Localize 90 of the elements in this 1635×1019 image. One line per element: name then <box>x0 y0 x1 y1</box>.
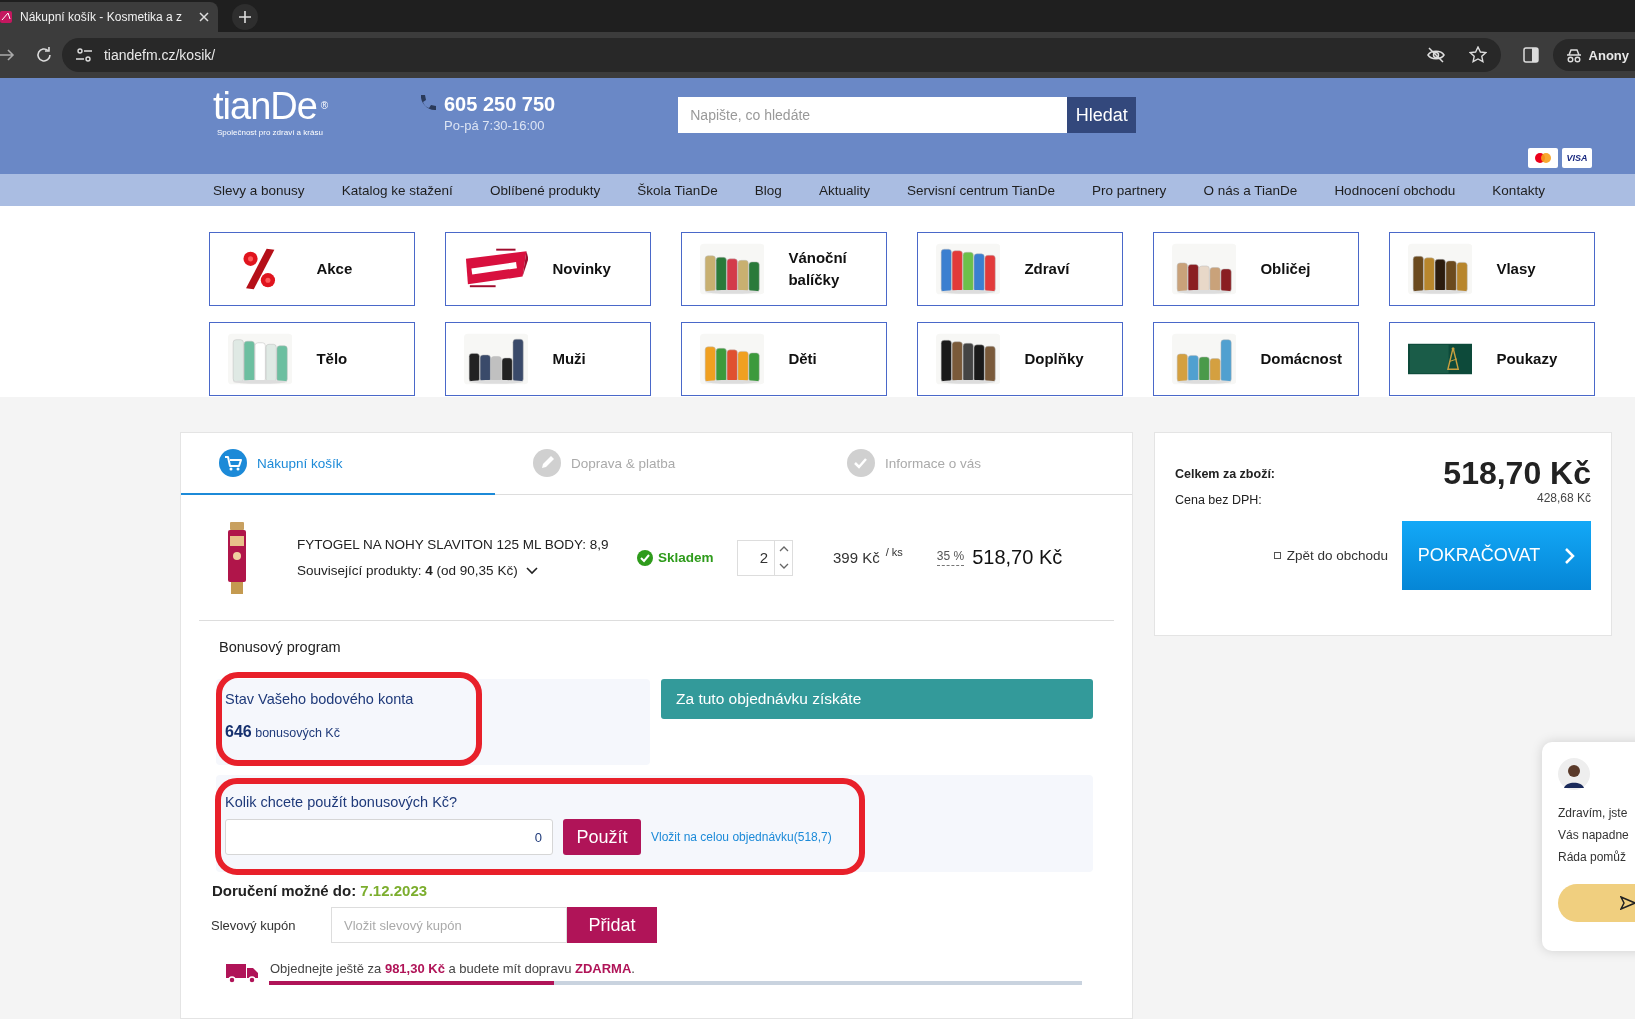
category-card[interactable]: Zdraví <box>917 232 1123 306</box>
net-price: 428,68 Kč <box>1535 491 1591 505</box>
new-tab-icon[interactable] <box>232 4 258 30</box>
send-icon <box>1620 896 1635 910</box>
browser-tab[interactable]: Nákupní košík - Kosmetika a z <box>0 2 218 32</box>
category-card[interactable]: Tělo <box>209 322 415 396</box>
total-label: Celkem za zboží: <box>1175 466 1276 483</box>
category-card[interactable]: Domácnost <box>1153 322 1359 396</box>
nav-link[interactable]: Hodnocení obchodu <box>1334 182 1456 198</box>
net-label: Cena bez DPH: <box>1175 492 1263 509</box>
coupon-label: Slevový kupón <box>211 917 297 933</box>
checkmark-icon <box>847 449 875 477</box>
forward-icon[interactable] <box>0 46 16 64</box>
nav-link[interactable]: O nás a TianDe <box>1203 182 1298 198</box>
chevron-up-icon <box>778 545 789 553</box>
card-logo-icon <box>1528 148 1558 168</box>
url-text: tiandefm.cz/kosik/ <box>103 47 217 63</box>
chat-message-line: Vás napadne <box>1558 827 1630 844</box>
bonus-amount-field[interactable]: 0 <box>225 819 553 855</box>
category-card[interactable]: Vlasy <box>1389 232 1595 306</box>
account-label: Stav Vašeho bodového konta <box>225 691 415 707</box>
nav-link[interactable]: Servisní centrum TianDe <box>907 182 1055 198</box>
chevron-down-icon[interactable] <box>525 566 538 575</box>
bonus-question: Kolik chcete použít bonusových Kč? <box>225 794 459 810</box>
quantity-stepper[interactable]: 2 <box>737 539 793 576</box>
truck-icon <box>226 961 258 984</box>
reload-icon[interactable] <box>35 46 52 64</box>
nav-link[interactable]: Škola TianDe <box>637 182 718 198</box>
nav-link[interactable]: Aktuality <box>818 182 870 198</box>
star-icon[interactable] <box>1468 46 1487 64</box>
tab-title: Nákupní košík - Kosmetika a z <box>20 10 184 24</box>
close-icon[interactable] <box>198 11 210 23</box>
payment-badge: VISA <box>1562 148 1592 168</box>
chat-message-line: Zdravím, jste <box>1558 805 1629 822</box>
logo[interactable]: tianDe$^{®}$ Společnost pro zdraví a krásu <box>213 84 363 174</box>
logo-tagline: Společnost pro zdraví a krásu <box>217 128 324 137</box>
category-card[interactable]: Akce <box>209 232 415 306</box>
related-products: Související produkty: 4 (od 90,35 Kč) <box>297 561 518 580</box>
product-name[interactable]: FYTOGEL NA NOHY SLAVITON 125 ML BODY: 8,9 <box>297 531 637 558</box>
earn-banner: Za tuto objednávku získáte <box>661 679 1093 719</box>
discount: 35 % <box>936 549 965 566</box>
section-title: Bonusový program <box>219 639 342 655</box>
category-card[interactable]: Poukazy <box>1389 322 1595 396</box>
unit-price: 399 Kč <box>833 549 880 566</box>
search-field[interactable]: Napište, co hledáte <box>678 97 1068 133</box>
nav-link[interactable]: Pro partnery <box>1092 182 1167 198</box>
incognito-icon <box>1564 47 1583 63</box>
category-card[interactable]: Novinky <box>445 232 651 306</box>
pencil-icon <box>533 449 561 477</box>
apply-button[interactable]: Použít <box>563 819 641 855</box>
nav-link[interactable]: Blog <box>754 182 782 198</box>
phone-number[interactable]: 605 250 750 <box>444 92 556 116</box>
avatar-icon <box>1558 758 1590 790</box>
sidebar-icon[interactable] <box>1522 47 1539 63</box>
order-total: 518,70 Kč <box>1443 455 1591 491</box>
delivery-date: Doručení možné do: 7.12.2023 <box>212 882 429 899</box>
chat-message-line: Ráda pomůž <box>1558 849 1628 866</box>
favicon-icon <box>0 8 12 26</box>
logo-text: tianDe$^{®}$ <box>213 84 329 128</box>
apply-all-link[interactable]: Vložit na celou objednávku(518,7) <box>651 830 832 844</box>
checkout-step[interactable]: Nákupní košík <box>181 433 495 495</box>
nav-link[interactable]: Katalog ke stažení <box>341 182 453 198</box>
search-button[interactable]: Hledat <box>1067 97 1137 133</box>
back-link[interactable]: Zpět do obchodu <box>1273 548 1388 563</box>
coupon-field[interactable]: Vložit slevový kupón <box>331 907 567 943</box>
site-info-icon[interactable] <box>75 47 92 63</box>
category-card[interactable]: Doplňky <box>917 322 1123 396</box>
line-total: 518,70 Kč <box>972 546 1063 569</box>
nav-link[interactable]: Slevy a bonusy <box>213 182 305 198</box>
chevron-right-icon <box>1564 546 1576 565</box>
cart-icon <box>219 449 247 477</box>
category-card[interactable]: Obličej <box>1153 232 1359 306</box>
add-coupon-button[interactable]: Přidat <box>567 907 657 943</box>
nav-link[interactable]: Kontakty <box>1492 182 1545 198</box>
address-bar[interactable]: tiandefm.cz/kosik/ <box>61 38 1501 72</box>
chevron-down-icon <box>778 562 789 570</box>
category-card[interactable]: Muži <box>445 322 651 396</box>
category-card[interactable]: Děti <box>681 322 887 396</box>
square-icon <box>1273 552 1281 559</box>
eye-off-icon[interactable] <box>1426 46 1445 64</box>
check-circle-icon <box>637 549 653 566</box>
phone-icon <box>418 94 436 112</box>
opening-hours: Po-pá 7:30-16:00 <box>444 118 546 133</box>
nav-link[interactable]: Oblíbené produkty <box>489 182 601 198</box>
stock-status: Skladem <box>658 550 714 565</box>
free-shipping-text: Objednejte ještě za 981,30 Kč a budete mít dopravu ZDARMA. <box>270 961 636 976</box>
unit-label: / ks <box>885 546 903 558</box>
profile-button[interactable]: Anony <box>1552 39 1635 71</box>
points-balance: 646 bonusových Kč <box>225 723 341 741</box>
category-card[interactable]: Vánoční balíčky <box>681 232 887 306</box>
